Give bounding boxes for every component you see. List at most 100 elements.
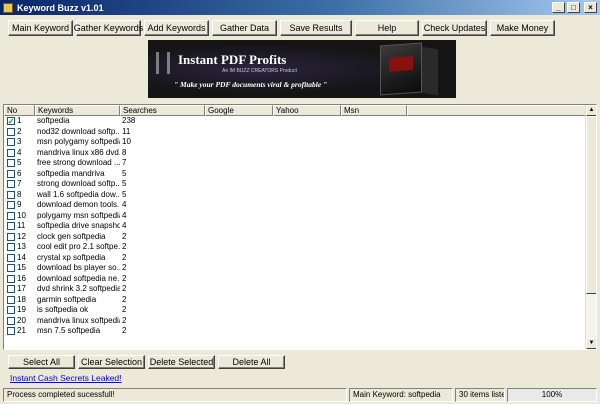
searches-cell: 4 <box>122 200 127 209</box>
keyword-cell: dvd shrink 3.2 softpedia <box>37 284 120 293</box>
keyword-cell: is softpedia ok <box>37 305 89 314</box>
row-checkbox[interactable] <box>7 264 15 273</box>
row-number-cell: 11 <box>4 221 35 232</box>
close-button[interactable]: × <box>584 2 597 13</box>
minimize-button[interactable]: _ <box>552 2 565 13</box>
column-header-no[interactable]: No <box>4 105 35 116</box>
keyword-grid[interactable]: No Keywords Searches Google Yahoo Msn ✓ 1… <box>3 104 597 350</box>
row-number: 6 <box>17 168 22 178</box>
row-number: 13 <box>17 242 26 251</box>
column-header-msn[interactable]: Msn <box>341 105 407 116</box>
keyword-cell: download bs player so... <box>37 263 120 272</box>
gather-data-button[interactable]: Gather Data <box>212 20 277 36</box>
row-number: 4 <box>17 147 22 157</box>
row-checkbox[interactable] <box>7 232 15 241</box>
row-number: 11 <box>17 221 26 230</box>
column-header-google[interactable]: Google <box>205 105 273 116</box>
table-row[interactable]: 8 wall 1.6 softpedia dow... 5 <box>4 190 586 201</box>
table-row[interactable]: 14 crystal xp softpedia 2 <box>4 253 586 264</box>
maximize-button[interactable]: □ <box>567 2 580 13</box>
row-checkbox[interactable] <box>7 295 15 304</box>
scroll-up-arrow-icon[interactable]: ▲ <box>586 105 596 116</box>
table-row[interactable]: 10 polygamy msn softpedia 4 <box>4 211 586 222</box>
vertical-scrollbar[interactable]: ▲ ▼ <box>585 105 596 349</box>
keyword-cell: free strong download ... <box>37 158 120 167</box>
keyword-cell: garmin softpedia <box>37 294 97 304</box>
promo-link[interactable]: Instant Cash Secrets Leaked! <box>10 373 122 383</box>
banner-subtitle: An IM BUZZ CREATORS Product <box>222 68 297 74</box>
status-message: Process completed sucessfull! <box>3 388 347 402</box>
searches-cell: 10 <box>122 137 131 146</box>
add-keywords-button[interactable]: Add Keywords <box>144 20 209 36</box>
table-row[interactable]: 19 is softpedia ok 2 <box>4 305 586 316</box>
keyword-cell: mandriva linux x86 dvd... <box>37 147 120 157</box>
make-money-button[interactable]: Make Money <box>490 20 555 36</box>
table-row[interactable]: 9 download demon tools... 4 <box>4 200 586 211</box>
table-row[interactable]: 12 clock gen softpedia 2 <box>4 232 586 243</box>
row-checkbox[interactable] <box>7 316 15 325</box>
row-checkbox[interactable] <box>7 222 15 231</box>
row-checkbox[interactable] <box>7 138 15 147</box>
table-row[interactable]: 20 mandriva linux softpedia 2 <box>4 316 586 327</box>
row-checkbox[interactable] <box>7 127 15 136</box>
row-checkbox[interactable] <box>7 148 15 157</box>
delete-all-button[interactable]: Delete All <box>218 355 285 369</box>
table-row[interactable]: 5 free strong download ... 7 <box>4 158 586 169</box>
ad-banner[interactable]: Instant PDF Profits An IM BUZZ CREATORS … <box>148 40 456 98</box>
table-row[interactable]: 6 softpedia mandriva 5 <box>4 169 586 180</box>
scroll-thumb[interactable] <box>586 116 596 294</box>
delete-selected-button[interactable]: Delete Selected <box>148 355 215 369</box>
table-row[interactable]: 3 msn polygamy softpedia 10 <box>4 137 586 148</box>
scroll-down-arrow-icon[interactable]: ▼ <box>586 338 596 349</box>
searches-cell: 2 <box>122 231 127 241</box>
table-row[interactable]: 4 mandriva linux x86 dvd... 8 <box>4 148 586 159</box>
row-checkbox[interactable] <box>7 243 15 252</box>
table-row[interactable]: 17 dvd shrink 3.2 softpedia 2 <box>4 284 586 295</box>
table-row[interactable]: 7 strong download softp... 5 <box>4 179 586 190</box>
row-number-cell: 7 <box>4 179 35 190</box>
row-checkbox[interactable] <box>7 180 15 189</box>
save-results-button[interactable]: Save Results <box>280 20 352 36</box>
row-number: 19 <box>17 305 26 314</box>
row-checkbox[interactable]: ✓ <box>7 116 15 126</box>
keyword-cell: nod32 download softp... <box>37 126 120 136</box>
gather-keywords-button[interactable]: Gather Keywords <box>74 20 143 36</box>
checkmark-icon: ✓ <box>7 116 15 126</box>
keyword-cell: clock gen softpedia <box>37 231 106 241</box>
row-number-cell: 17 <box>4 284 35 295</box>
select-all-button[interactable]: Select All <box>8 355 75 369</box>
searches-cell: 2 <box>122 326 127 335</box>
row-number: 17 <box>17 284 26 293</box>
searches-cell: 5 <box>122 179 127 188</box>
row-checkbox[interactable] <box>7 211 15 220</box>
column-header-keywords[interactable]: Keywords <box>35 105 120 116</box>
table-row[interactable]: 21 msn 7.5 softpedia 2 <box>4 326 586 337</box>
table-row[interactable]: 16 download softpedia ne... 2 <box>4 274 586 285</box>
row-checkbox[interactable] <box>7 306 15 315</box>
table-row[interactable]: 18 garmin softpedia 2 <box>4 295 586 306</box>
main-keyword-button[interactable]: Main Keyword <box>8 20 73 36</box>
table-row[interactable]: 13 cool edit pro 2.1 softpe... 2 <box>4 242 586 253</box>
keyword-cell: softpedia <box>37 116 70 125</box>
table-row[interactable]: 11 softpedia drive snapshot 4 <box>4 221 586 232</box>
table-row[interactable]: 15 download bs player so... 2 <box>4 263 586 274</box>
row-checkbox[interactable] <box>7 201 15 210</box>
row-checkbox[interactable] <box>7 190 15 199</box>
help-button[interactable]: Help <box>355 20 419 36</box>
row-number-cell: 13 <box>4 242 35 253</box>
product-box-side <box>422 46 438 96</box>
column-header-searches[interactable]: Searches <box>120 105 205 116</box>
row-checkbox[interactable] <box>7 285 15 294</box>
keyword-cell: download softpedia ne... <box>37 273 120 283</box>
row-checkbox[interactable] <box>7 159 15 168</box>
row-checkbox[interactable] <box>7 274 15 283</box>
check-updates-button[interactable]: Check Updates <box>422 20 487 36</box>
row-checkbox[interactable] <box>7 169 15 178</box>
table-row[interactable]: 2 nod32 download softp... 11 <box>4 127 586 138</box>
row-number-cell: 21 <box>4 326 35 337</box>
row-checkbox[interactable] <box>7 253 15 262</box>
table-row[interactable]: ✓ 1 softpedia 238 <box>4 116 586 127</box>
row-checkbox[interactable] <box>7 327 15 336</box>
clear-selection-button[interactable]: Clear Selection <box>78 355 145 369</box>
column-header-yahoo[interactable]: Yahoo <box>273 105 341 116</box>
